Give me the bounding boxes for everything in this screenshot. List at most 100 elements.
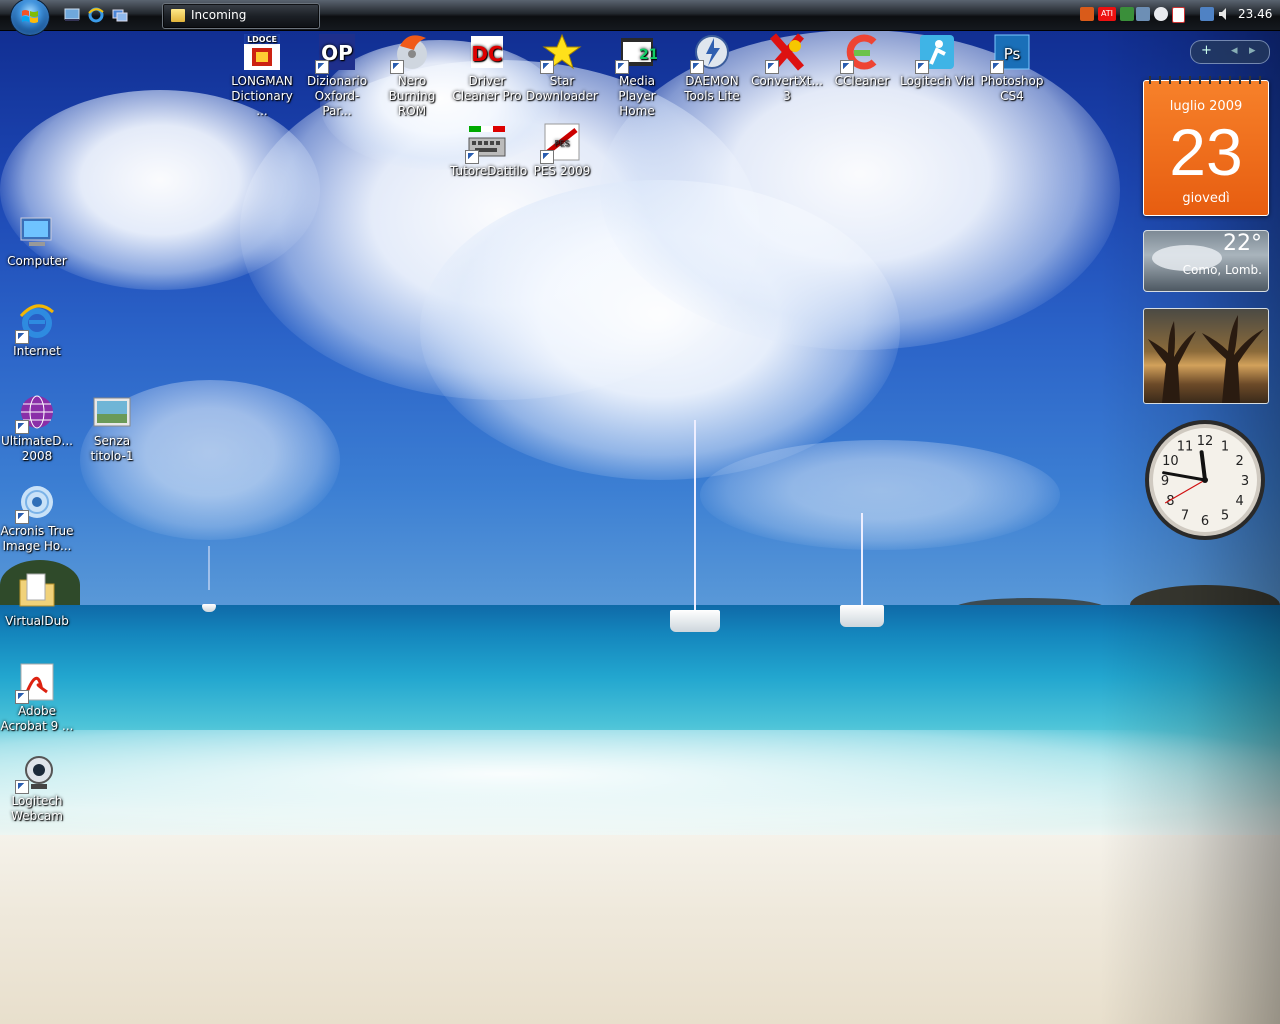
folder-icon	[17, 572, 57, 612]
weather-location: Como, Lomb.	[1182, 263, 1262, 277]
photoshop-icon: Ps	[990, 32, 1032, 74]
desktop-icon-convertx[interactable]: ConvertXt... 3	[750, 32, 824, 104]
svg-text:Ps: Ps	[1004, 45, 1021, 63]
add-gadget-button[interactable]: +	[1201, 43, 1212, 58]
desktop-icon-star[interactable]: Star Downloader	[525, 32, 599, 104]
taskbar: Incoming ATI 23.46	[0, 0, 1280, 36]
desktop-icon-media-player[interactable]: 21 Media Player Home	[600, 32, 674, 119]
desktop-icon-label: LONGMAN Dictionary ...	[231, 74, 293, 118]
desktop-icon-longman[interactable]: LDOCE LONGMAN Dictionary ...	[225, 32, 299, 119]
desktop-icon-label: Driver Cleaner Pro	[452, 74, 522, 103]
volume-icon[interactable]	[1218, 7, 1230, 21]
desktop-icon-image-file[interactable]: Senza titolo-1	[75, 392, 149, 464]
clock-numeral: 6	[1201, 514, 1209, 529]
shortcut-arrow-icon	[540, 150, 554, 164]
tray-app-icon[interactable]	[1080, 7, 1094, 21]
pes-icon: PES	[540, 122, 582, 164]
acronis-icon	[15, 482, 57, 524]
desktop-icon-photoshop[interactable]: Ps Photoshop CS4	[975, 32, 1049, 104]
start-button[interactable]	[10, 0, 50, 36]
clock-numeral: 11	[1177, 439, 1194, 454]
sidebar-next-button[interactable]: ▸	[1249, 43, 1256, 58]
desktop-icon-globe[interactable]: UltimateD... 2008	[0, 392, 74, 464]
shortcut-arrow-icon	[15, 420, 29, 434]
sidebar-prev-button[interactable]: ◂	[1231, 43, 1238, 58]
desktop-icon-label: Acronis True Image Ho...	[0, 524, 74, 553]
desktop-icon-label: ConvertXt... 3	[751, 74, 823, 103]
taskbar-clock[interactable]: 23.46	[1238, 7, 1272, 21]
desktop-icon-daemon-tools[interactable]: DAEMON Tools Lite	[675, 32, 749, 104]
desktop-icon-acronis[interactable]: Acronis True Image Ho...	[0, 482, 74, 554]
clock-numeral: 10	[1162, 454, 1179, 469]
analog-clock-gadget[interactable]: 1 2 3 4 5 6 7 8 9 10 11 12	[1143, 418, 1267, 542]
slideshow-tree-photo	[1148, 315, 1264, 403]
shortcut-arrow-icon	[615, 60, 629, 74]
tray-app-icon[interactable]	[1172, 7, 1185, 23]
taskbar-button-incoming[interactable]: Incoming	[162, 3, 320, 29]
clock-numeral: 3	[1241, 474, 1249, 489]
svg-text:PES: PES	[555, 139, 570, 148]
desktop-icon-label: UltimateD... 2008	[1, 434, 73, 463]
wallpaper-boat	[840, 513, 884, 627]
ccleaner-icon	[840, 32, 882, 74]
shortcut-arrow-icon	[390, 60, 404, 74]
desktop-icon-label: TutoreDattilo	[450, 164, 528, 178]
network-status-icon[interactable]	[1200, 7, 1214, 21]
desktop-icon-acrobat[interactable]: Adobe Acrobat 9 ...	[0, 662, 74, 734]
desktop-icon-label: Adobe Acrobat 9 ...	[0, 704, 74, 733]
calendar-day: 23	[1169, 115, 1243, 189]
calendar-month: luglio 2009	[1169, 99, 1243, 114]
keyboard-icon	[465, 122, 507, 164]
desktop-icon-label: Dizionario Oxford-Par...	[306, 74, 368, 118]
desktop-icon-logitech-vid[interactable]: Logitech Vid	[900, 32, 974, 89]
clock-face: 1234567891011 12	[1145, 420, 1265, 540]
desktop-icon-driver-cleaner[interactable]: DC Driver Cleaner Pro	[450, 32, 524, 104]
desktop-icon-folder[interactable]: VirtualDub	[0, 572, 74, 629]
clock-numeral: 4	[1235, 494, 1243, 509]
desktop-icon-label: CCleaner	[834, 74, 890, 88]
oxford-icon: OP	[315, 32, 357, 74]
desktop-icon-oxford[interactable]: OP Dizionario Oxford-Par...	[300, 32, 374, 119]
desktop-icon-label: Logitech Vid	[900, 74, 974, 88]
longman-icon: LDOCE	[242, 32, 282, 72]
computer-icon	[17, 212, 57, 252]
internet-explorer-quicklaunch-icon[interactable]	[88, 7, 104, 23]
shortcut-arrow-icon	[15, 330, 29, 344]
ati-tray-icon[interactable]: ATI	[1098, 7, 1116, 21]
desktop-icon-label: DAEMON Tools Lite	[684, 74, 740, 103]
desktop-wallpaper	[0, 0, 1280, 1024]
desktop-icon-internet-explorer[interactable]: Internet	[0, 302, 74, 359]
network-tray-icon[interactable]	[1120, 7, 1134, 21]
desktop-icon-keyboard[interactable]: TutoreDattilo	[450, 122, 528, 179]
tray-app-icon[interactable]	[1154, 7, 1168, 21]
show-desktop-icon[interactable]	[64, 7, 80, 23]
clock-numeral: 2	[1235, 454, 1243, 469]
tray-app-icon[interactable]	[1136, 7, 1150, 21]
daemon-tools-icon	[690, 32, 732, 74]
shortcut-arrow-icon	[915, 60, 929, 74]
desktop-icon-label: Senza titolo-1	[90, 434, 134, 463]
shortcut-arrow-icon	[990, 60, 1004, 74]
clock-numeral: 9	[1161, 474, 1169, 489]
desktop-icon-label: Logitech Webcam	[11, 794, 63, 823]
desktop-icon-label: Computer	[7, 254, 67, 268]
desktop-icon-nero[interactable]: Nero Burning ROM	[375, 32, 449, 119]
acrobat-icon	[15, 662, 57, 704]
wallpaper-foam	[0, 730, 1280, 840]
system-tray: ATI 23.46	[1078, 4, 1280, 26]
clock-numeral: 12	[1197, 434, 1214, 449]
globe-icon	[15, 392, 57, 434]
wallpaper-boat	[670, 420, 720, 632]
desktop-icon-label: Internet	[13, 344, 61, 358]
desktop-icon-pes[interactable]: PES PES 2009	[525, 122, 599, 179]
desktop-icon-webcam[interactable]: Logitech Webcam	[0, 752, 74, 824]
switch-windows-icon[interactable]	[112, 7, 128, 23]
weather-gadget[interactable]: 22° Como, Lomb.	[1143, 230, 1269, 292]
calendar-gadget[interactable]: luglio 2009 23 giovedì	[1143, 76, 1269, 216]
desktop-icon-ccleaner[interactable]: CCleaner	[825, 32, 899, 89]
desktop-icon-label: Nero Burning ROM	[388, 74, 436, 118]
desktop-icon-label: Star Downloader	[526, 74, 598, 103]
desktop-icon-computer[interactable]: Computer	[0, 212, 74, 269]
shortcut-arrow-icon	[15, 690, 29, 704]
slideshow-gadget[interactable]	[1143, 308, 1269, 404]
